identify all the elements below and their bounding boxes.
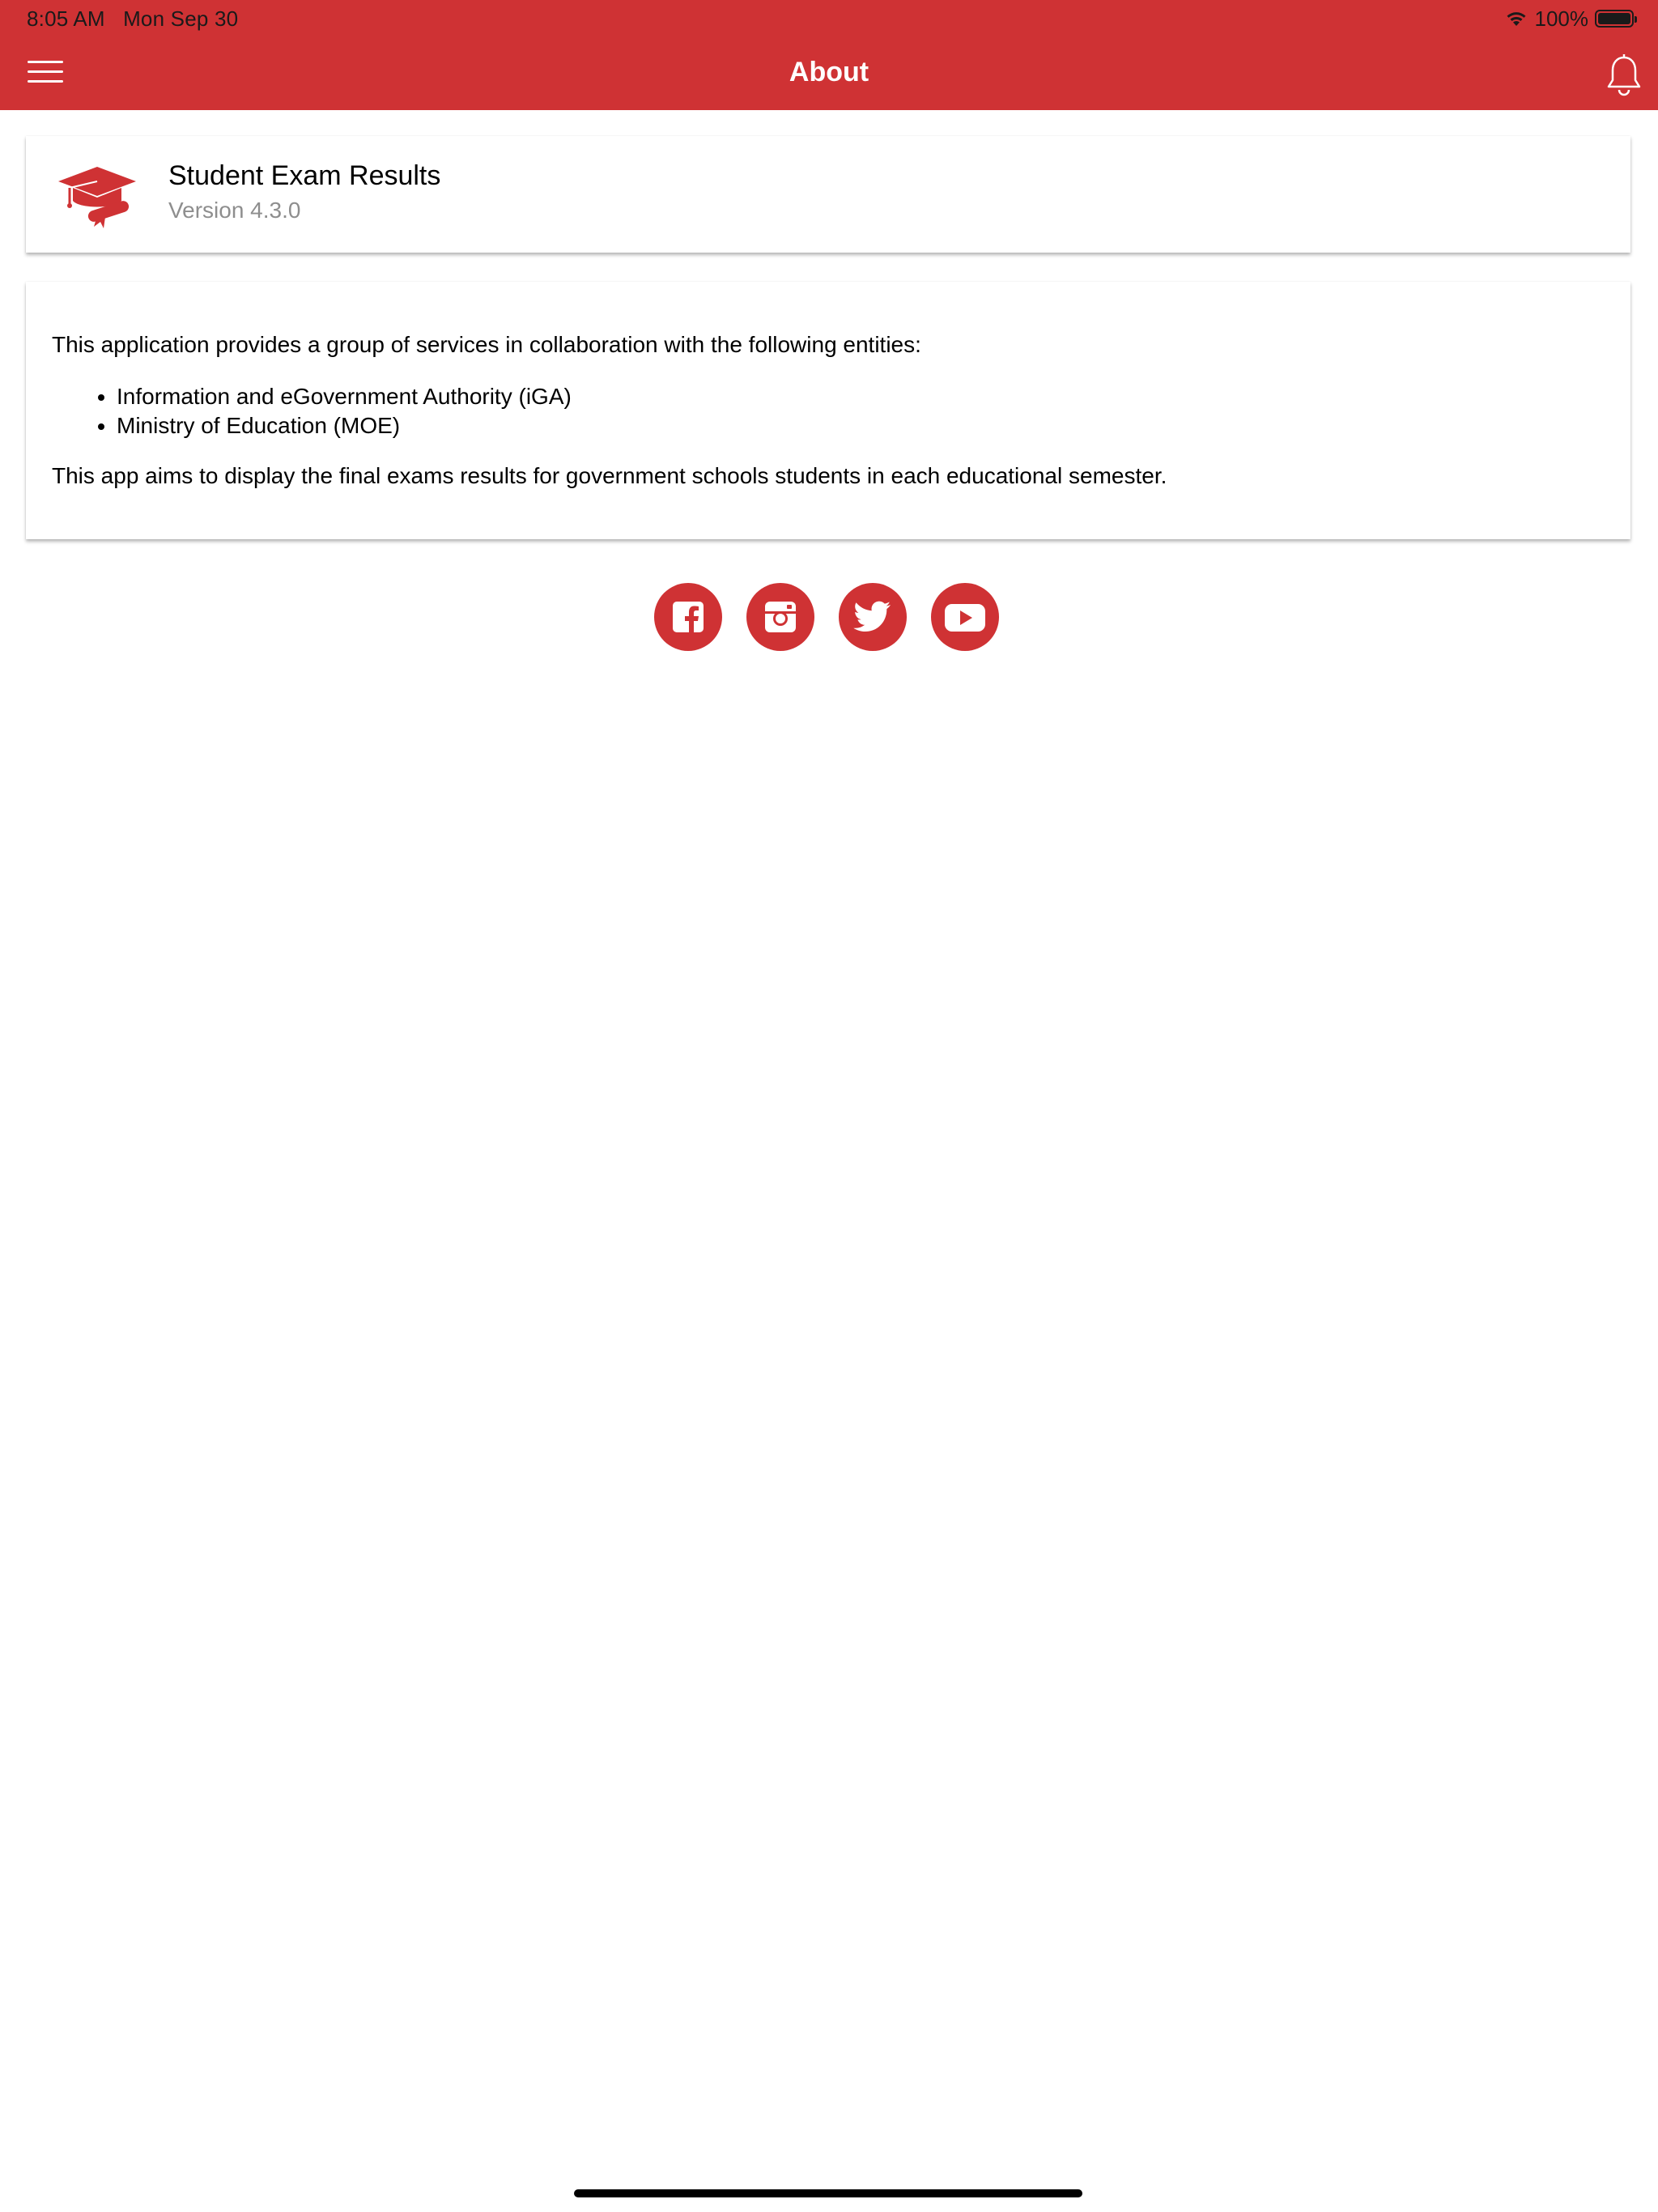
list-item: Ministry of Education (MOE) (117, 411, 1590, 440)
status-time: 8:05 AM (27, 6, 105, 31)
battery-icon (1595, 10, 1637, 28)
instagram-icon[interactable] (746, 583, 814, 651)
list-item: Information and eGovernment Authority (i… (117, 382, 1590, 411)
status-bar-right: 100% (1504, 5, 1637, 32)
facebook-icon[interactable] (654, 583, 722, 651)
about-text: This application provides a group of ser… (52, 330, 1590, 491)
status-bar-time: 8:05 AM Mon Sep 30 (27, 6, 238, 32)
wifi-icon (1507, 12, 1525, 26)
app-info-card: Student Exam Results Version 4.3.0 (26, 136, 1630, 253)
twitter-icon[interactable] (839, 583, 907, 651)
graduation-cap-icon (55, 160, 138, 230)
about-description-card: This application provides a group of ser… (26, 282, 1630, 539)
bell-icon[interactable] (1605, 53, 1643, 97)
social-links (654, 583, 999, 651)
app-name: Student Exam Results (168, 160, 441, 191)
page-title: About (789, 57, 869, 87)
description-text: This app aims to display the final exams… (52, 463, 1167, 488)
home-indicator[interactable] (574, 2189, 1082, 2197)
entities-list: Information and eGovernment Authority (i… (52, 382, 1590, 440)
battery-fill (1598, 13, 1630, 24)
battery-percentage: 100% (1534, 6, 1589, 31)
status-date: Mon Sep 30 (123, 6, 239, 31)
top-bar: 8:05 AM Mon Sep 30 100% About (0, 0, 1658, 110)
youtube-icon[interactable] (931, 583, 999, 651)
app-version: Version 4.3.0 (168, 198, 301, 223)
intro-text: This application provides a group of ser… (52, 332, 921, 357)
